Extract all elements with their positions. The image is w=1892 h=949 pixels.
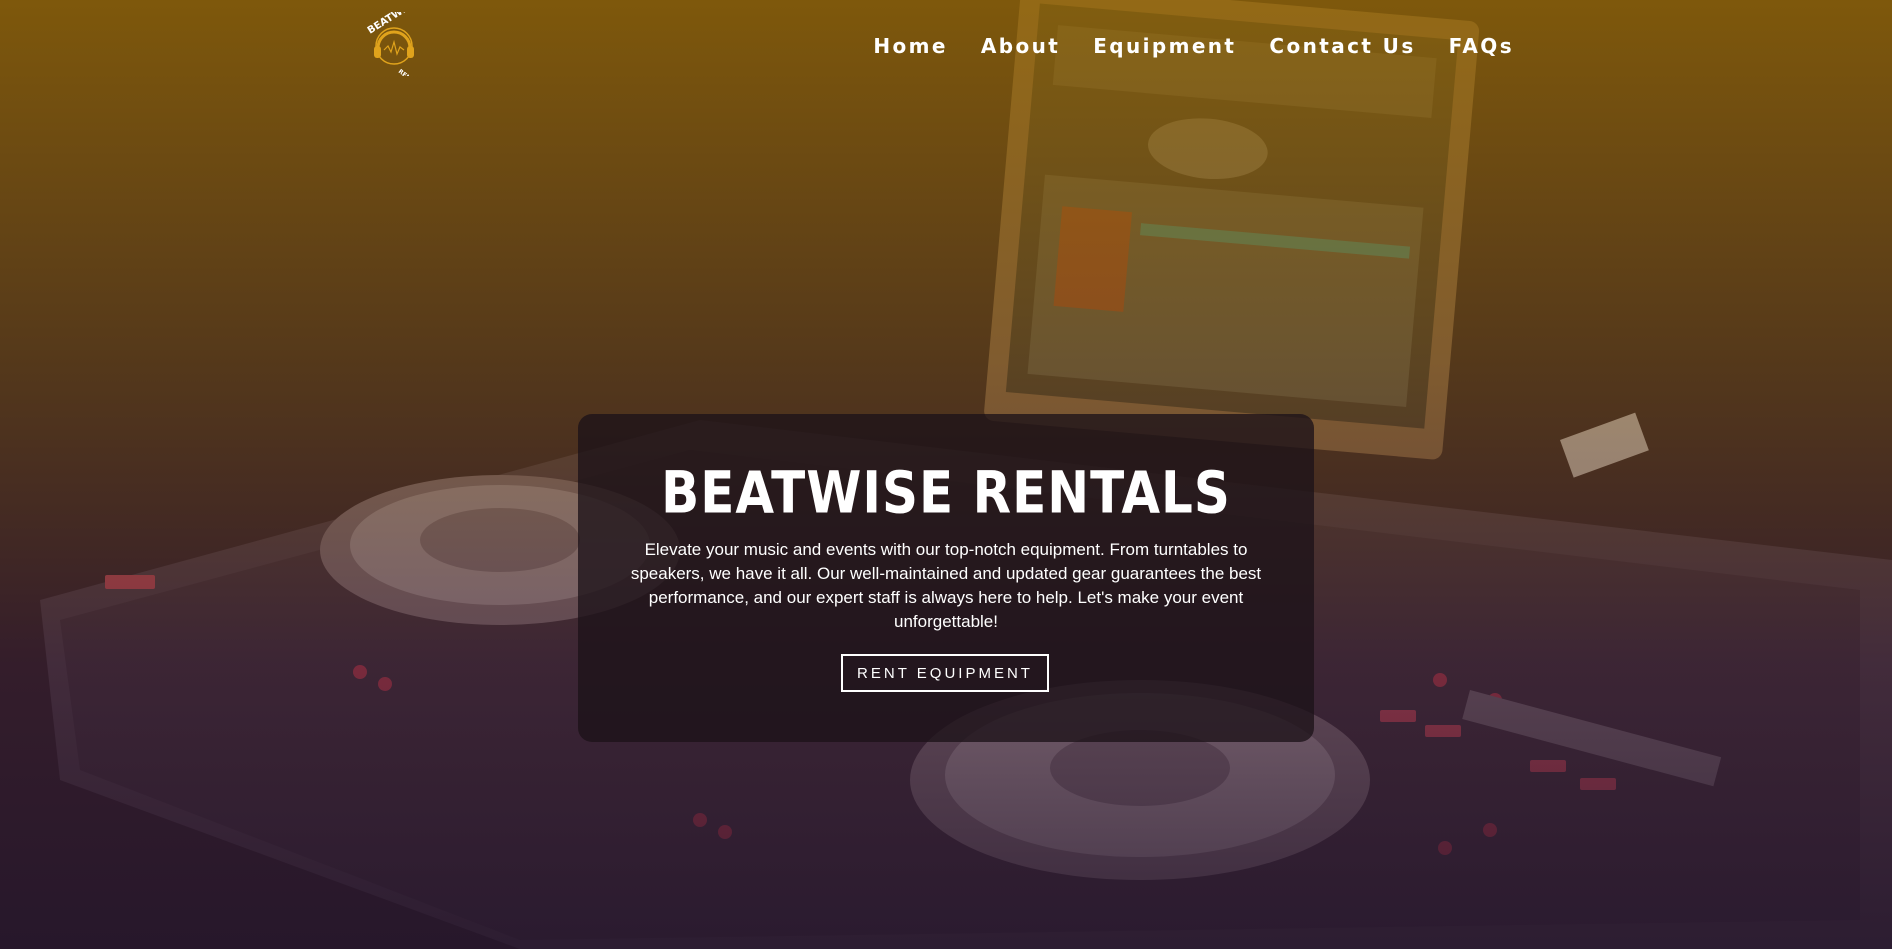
nav-link-contact-us[interactable]: Contact Us: [1269, 34, 1415, 58]
hero-card: BEATWISE RENTALS Elevate your music and …: [578, 414, 1314, 742]
hero-section: BEATWISE RENTALS Home About Equipment Co…: [0, 0, 1892, 949]
nav-link-faqs[interactable]: FAQs: [1449, 34, 1514, 58]
nav-menu: Home About Equipment Contact Us FAQs: [873, 34, 1514, 58]
nav-link-home[interactable]: Home: [873, 34, 947, 58]
nav-link-about[interactable]: About: [981, 34, 1060, 58]
hero-title: BEATWISE RENTALS: [661, 459, 1231, 527]
hero-description: Elevate your music and events with our t…: [630, 540, 1262, 631]
top-navbar: BEATWISE RENTALS Home About Equipment Co…: [0, 0, 1892, 100]
beatwise-logo[interactable]: BEATWISE RENTALS: [364, 12, 428, 76]
nav-link-equipment[interactable]: Equipment: [1093, 34, 1236, 58]
rent-equipment-button[interactable]: RENT EQUIPMENT: [841, 654, 1049, 692]
svg-text:RENTALS: RENTALS: [397, 68, 425, 76]
